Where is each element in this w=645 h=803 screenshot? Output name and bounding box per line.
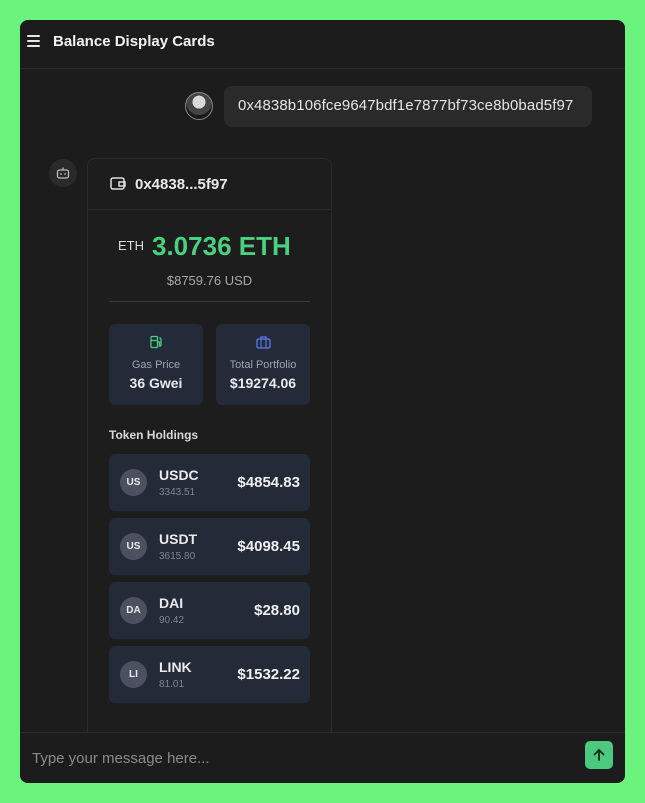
token-holdings-title: Token Holdings — [109, 428, 199, 442]
gas-price-value: 36 Gwei — [129, 375, 183, 391]
token-value: $28.80 — [254, 602, 300, 619]
hamburger-menu-icon[interactable] — [27, 35, 40, 47]
token-value: $4854.83 — [237, 474, 300, 491]
token-badge: US — [120, 533, 147, 560]
user-message-bubble: 0x4838b106fce9647bdf1e7877bf73ce8b0bad5f… — [224, 86, 592, 127]
gas-price-tile: Gas Price 36 Gwei — [109, 324, 203, 405]
chat-window: Balance Display Cards 0x4838b106fce9647b… — [20, 20, 625, 783]
app-header: Balance Display Cards — [20, 20, 625, 69]
token-amount: 81.01 — [159, 679, 185, 690]
token-amount: 3615.80 — [159, 551, 196, 562]
balance-card: 0x4838...5f97 ETH 3.0736 ETH $8759.76 US… — [87, 158, 332, 783]
token-amount: 3343.51 — [159, 487, 196, 498]
fuel-pump-icon — [109, 335, 203, 349]
card-header: 0x4838...5f97 — [88, 159, 331, 210]
composer-bar — [20, 732, 625, 783]
total-portfolio-tile: Total Portfolio $19274.06 — [216, 324, 310, 405]
send-button[interactable] — [585, 741, 613, 769]
briefcase-icon — [216, 335, 310, 349]
token-row-link: LI LINK 81.01 $1532.22 — [109, 646, 310, 703]
token-row-usdc: US USDC 3343.51 $4854.83 — [109, 454, 310, 511]
eth-label: ETH — [118, 238, 144, 253]
token-amount: 90.42 — [159, 615, 185, 626]
token-badge: DA — [120, 597, 147, 624]
user-avatar — [185, 92, 213, 120]
usd-balance: $8759.76 USD — [166, 273, 253, 288]
token-symbol: DAI — [159, 595, 184, 611]
bot-icon — [49, 159, 77, 187]
token-row-dai: DA DAI 90.42 $28.80 — [109, 582, 310, 639]
token-value: $1532.22 — [237, 666, 300, 683]
token-badge: US — [120, 469, 147, 496]
token-symbol: LINK — [159, 659, 192, 675]
total-portfolio-label: Total Portfolio — [229, 359, 297, 371]
token-row-usdt: US USDT 3615.80 $4098.45 — [109, 518, 310, 575]
gas-price-label: Gas Price — [131, 359, 181, 371]
page-title: Balance Display Cards — [53, 33, 215, 50]
arrow-up-icon — [593, 749, 605, 761]
token-symbol: USDC — [159, 467, 199, 483]
token-badge: LI — [120, 661, 147, 688]
token-symbol: USDT — [159, 531, 198, 547]
wallet-icon — [110, 176, 126, 196]
divider — [109, 301, 310, 302]
eth-balance: 3.0736 ETH — [152, 231, 291, 261]
message-input[interactable] — [32, 743, 572, 773]
total-portfolio-value: $19274.06 — [229, 375, 297, 391]
wallet-address: 0x4838...5f97 — [135, 176, 228, 193]
token-value: $4098.45 — [237, 538, 300, 555]
